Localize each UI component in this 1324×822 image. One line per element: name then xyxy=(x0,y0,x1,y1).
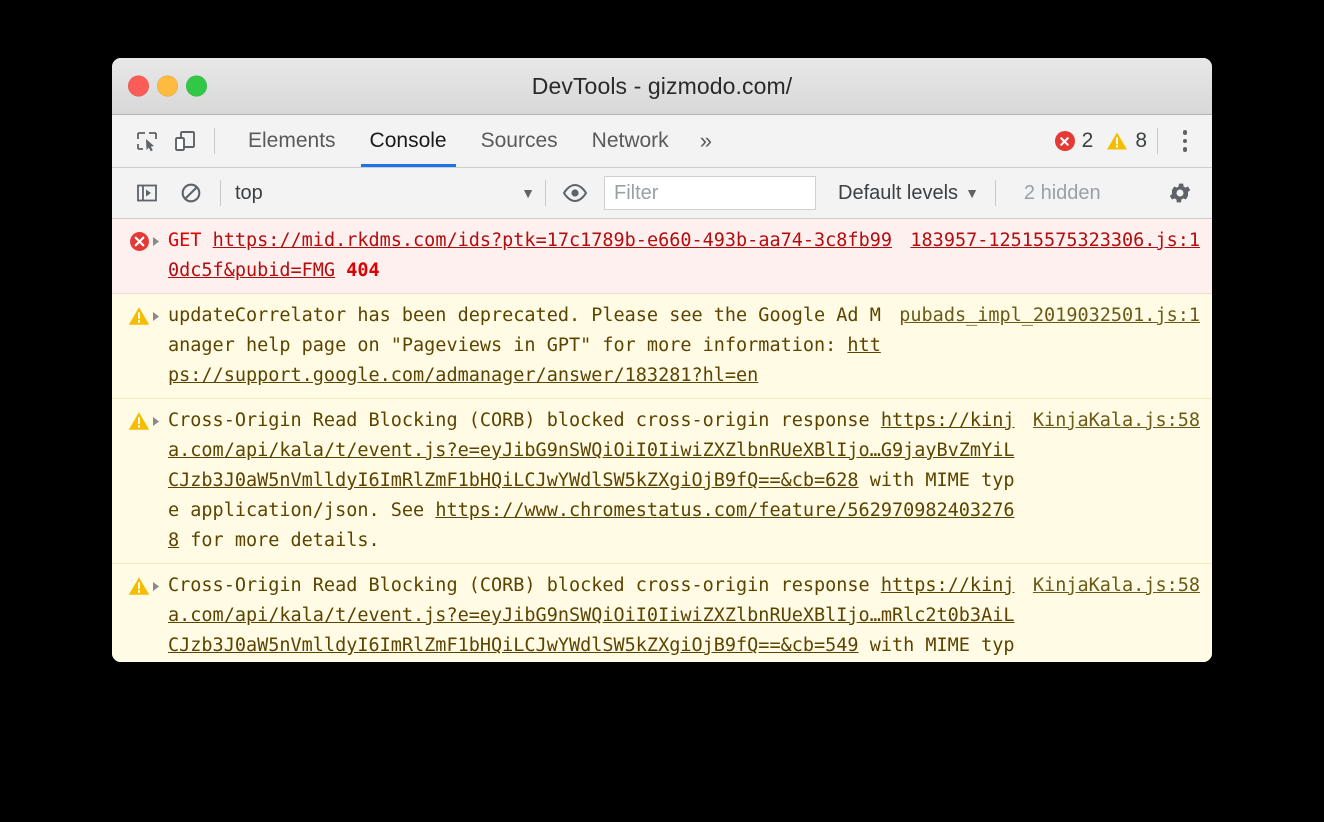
tab-network-label: Network xyxy=(591,129,669,152)
console-message-error[interactable]: GET https://mid.rkdms.com/ids?ptk=17c178… xyxy=(112,219,1212,294)
more-tabs-icon[interactable]: » xyxy=(686,115,726,167)
message-source-link[interactable]: pubads_impl_2019032501.js:1 xyxy=(885,301,1200,331)
log-levels-label: Default levels xyxy=(838,181,959,204)
traffic-light-buttons[interactable] xyxy=(128,75,207,97)
devtools-tabbar: Elements Console Sources Network » 2 8 xyxy=(112,115,1212,168)
devtools-window: DevTools - gizmodo.com/ Elements Console xyxy=(112,58,1212,662)
execution-context-value: top xyxy=(235,181,263,204)
filter-placeholder: Filter xyxy=(614,181,659,204)
tab-sources-label: Sources xyxy=(480,129,558,152)
clear-console-icon[interactable] xyxy=(172,174,210,212)
console-message-text: updateCorrelator has been deprecated. Pl… xyxy=(168,301,885,391)
kebab-menu-icon[interactable] xyxy=(1168,130,1202,152)
message-body: Cross-Origin Read Blocking (CORB) blocke… xyxy=(168,575,881,596)
console-message-list[interactable]: GET https://mid.rkdms.com/ids?ptk=17c178… xyxy=(112,219,1212,662)
console-message-warning[interactable]: Cross-Origin Read Blocking (CORB) blocke… xyxy=(112,399,1212,564)
console-message-text: GET https://mid.rkdms.com/ids?ptk=17c178… xyxy=(168,226,896,286)
request-method: GET xyxy=(168,230,202,251)
inspect-element-icon[interactable] xyxy=(128,122,166,160)
issue-counts[interactable]: 2 8 xyxy=(1054,129,1147,153)
show-console-sidebar-icon[interactable] xyxy=(128,174,166,212)
tab-network[interactable]: Network xyxy=(575,115,686,167)
tab-console[interactable]: Console xyxy=(353,115,464,167)
close-button[interactable] xyxy=(128,75,149,97)
request-url-link[interactable]: https://mid.rkdms.com/ids?ptk=17c1789b-e… xyxy=(168,230,892,281)
warning-triangle-icon xyxy=(126,406,152,556)
toolbar-divider-2 xyxy=(545,180,546,206)
filter-input[interactable]: Filter xyxy=(604,176,816,210)
hidden-messages-count: 2 hidden xyxy=(1023,181,1101,204)
screen: DevTools - gizmodo.com/ Elements Console xyxy=(0,0,1324,822)
toolbar-divider-1 xyxy=(220,180,221,206)
expand-triangle-icon[interactable] xyxy=(152,301,168,391)
response-status: 404 xyxy=(346,260,380,281)
error-circle-icon xyxy=(1054,131,1075,151)
message-source-link[interactable]: KinjaKala.js:58 xyxy=(1019,571,1200,601)
tab-elements[interactable]: Elements xyxy=(231,115,353,167)
error-circle-icon xyxy=(126,226,152,286)
message-source-link[interactable]: KinjaKala.js:58 xyxy=(1019,406,1200,436)
device-toolbar-icon[interactable] xyxy=(166,122,204,160)
tab-elements-label: Elements xyxy=(248,129,336,152)
message-body: Cross-Origin Read Blocking (CORB) blocke… xyxy=(168,410,881,431)
execution-context-selector[interactable]: top ▼ xyxy=(231,182,535,205)
log-levels-selector[interactable]: Default levels ▼ xyxy=(838,182,979,205)
warning-triangle-icon xyxy=(1106,131,1128,151)
warning-triangle-icon xyxy=(126,571,152,662)
expand-triangle-icon[interactable] xyxy=(152,571,168,662)
chevron-down-icon: ▼ xyxy=(521,185,535,201)
warning-triangle-icon xyxy=(126,301,152,391)
console-message-text: Cross-Origin Read Blocking (CORB) blocke… xyxy=(168,571,1019,662)
console-message-warning[interactable]: Cross-Origin Read Blocking (CORB) blocke… xyxy=(112,564,1212,662)
tabbar-right-divider xyxy=(1157,128,1158,154)
message-body: updateCorrelator has been deprecated. Pl… xyxy=(168,305,881,356)
tabbar-right-controls: 2 8 xyxy=(1054,128,1212,154)
message-body-after: for more details. xyxy=(179,530,380,551)
toolbar-divider-3 xyxy=(994,180,996,206)
message-source-link[interactable]: 183957-12515575323306.js:1 xyxy=(896,226,1200,256)
expand-triangle-icon[interactable] xyxy=(152,406,168,556)
minimize-button[interactable] xyxy=(157,75,178,97)
console-message-text: Cross-Origin Read Blocking (CORB) blocke… xyxy=(168,406,1019,556)
tab-sources[interactable]: Sources xyxy=(464,115,575,167)
chevron-down-icon: ▼ xyxy=(965,185,979,201)
tab-console-label: Console xyxy=(369,129,447,152)
live-expression-icon[interactable] xyxy=(556,174,594,212)
zoom-button[interactable] xyxy=(186,75,207,97)
tabbar-divider xyxy=(214,128,215,154)
warning-count: 8 xyxy=(1135,129,1147,152)
window-title: DevTools - gizmodo.com/ xyxy=(531,72,793,99)
console-message-warning[interactable]: updateCorrelator has been deprecated. Pl… xyxy=(112,294,1212,399)
panel-tabs: Elements Console Sources Network » xyxy=(231,115,726,167)
window-titlebar: DevTools - gizmodo.com/ xyxy=(112,58,1212,115)
settings-gear-icon[interactable] xyxy=(1162,175,1198,211)
expand-triangle-icon[interactable] xyxy=(152,226,168,286)
error-count: 2 xyxy=(1081,129,1094,152)
console-toolbar: top ▼ Filter Default levels ▼ 2 hidden xyxy=(112,168,1212,219)
